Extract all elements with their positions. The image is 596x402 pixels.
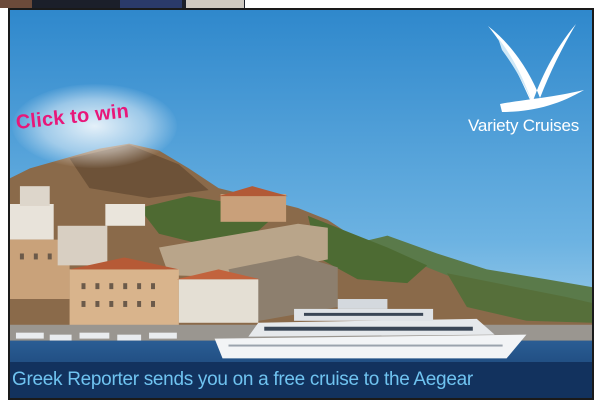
top-strip [0,0,245,8]
building [19,186,50,206]
cruise-ad-banner[interactable]: Click to win Variety Cruises Greek Repor… [8,8,594,400]
building [10,204,54,240]
thumbnail-image [120,0,182,8]
brand-name: Variety Cruises [468,116,579,135]
thumbnail-image [0,0,32,8]
thumbnail-image [186,0,244,8]
building [57,225,108,266]
building [178,279,259,323]
building [69,269,179,327]
ad-caption: Greek Reporter sends you on a free cruis… [10,362,592,398]
wave-v-logo-icon [488,24,584,112]
building [220,194,287,222]
building [105,204,146,226]
